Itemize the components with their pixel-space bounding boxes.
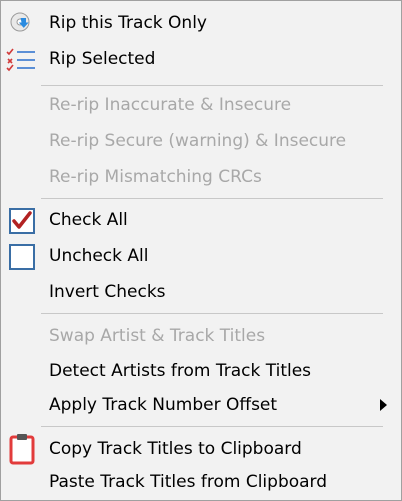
menu-item-label: Check All bbox=[49, 210, 128, 230]
menu-item-rip-this-track-only[interactable]: Rip this Track Only bbox=[1, 5, 401, 41]
menu-item-label: Rip this Track Only bbox=[49, 13, 207, 33]
menu-item-label: Detect Artists from Track Titles bbox=[49, 361, 312, 381]
menu-item-label: Copy Track Titles to Clipboard bbox=[49, 439, 302, 459]
menu-item-apply-offset[interactable]: Apply Track Number Offset bbox=[1, 387, 401, 423]
clipboard-icon bbox=[9, 433, 35, 465]
menu-item-paste-titles[interactable]: Paste Track Titles from Clipboard bbox=[1, 464, 401, 500]
menu-item-label: Uncheck All bbox=[49, 246, 149, 266]
menu-item-label: Re-rip Mismatching CRCs bbox=[49, 167, 262, 187]
menu-item-label: Re-rip Inaccurate & Insecure bbox=[49, 95, 292, 115]
menu-separator bbox=[41, 313, 383, 314]
submenu-arrow-icon bbox=[380, 399, 387, 411]
menu-item-rerip-mismatching[interactable]: Re-rip Mismatching CRCs bbox=[1, 159, 401, 195]
menu-item-copy-titles[interactable]: Copy Track Titles to Clipboard bbox=[1, 431, 401, 467]
menu-item-invert-checks[interactable]: Invert Checks bbox=[1, 274, 401, 310]
menu-item-label: Re-rip Secure (warning) & Insecure bbox=[49, 131, 347, 151]
menu-item-label: Swap Artist & Track Titles bbox=[49, 326, 266, 346]
menu-item-label: Apply Track Number Offset bbox=[49, 395, 278, 415]
menu-separator bbox=[41, 426, 383, 427]
menu-separator bbox=[41, 198, 383, 199]
disc-rip-icon bbox=[9, 11, 33, 35]
menu-item-rip-selected[interactable]: Rip Selected bbox=[1, 41, 401, 77]
checkbox-empty-icon bbox=[9, 244, 35, 270]
menu-item-label: Paste Track Titles from Clipboard bbox=[49, 472, 328, 492]
menu-item-label: Rip Selected bbox=[49, 49, 156, 69]
menu-item-rerip-inaccurate[interactable]: Re-rip Inaccurate & Insecure bbox=[1, 87, 401, 123]
menu-item-swap-artist[interactable]: Swap Artist & Track Titles bbox=[1, 318, 401, 354]
menu-item-uncheck-all[interactable]: Uncheck All bbox=[1, 238, 401, 274]
checkbox-checked-icon bbox=[9, 208, 35, 234]
context-menu: Rip this Track Only Rip Selected Re-rip … bbox=[0, 0, 402, 501]
menu-item-rerip-secure[interactable]: Re-rip Secure (warning) & Insecure bbox=[1, 123, 401, 159]
menu-item-check-all[interactable]: Check All bbox=[1, 202, 401, 238]
checklist-icon bbox=[5, 45, 37, 73]
menu-separator bbox=[41, 85, 383, 86]
menu-item-detect-artists[interactable]: Detect Artists from Track Titles bbox=[1, 353, 401, 389]
menu-item-label: Invert Checks bbox=[49, 282, 166, 302]
